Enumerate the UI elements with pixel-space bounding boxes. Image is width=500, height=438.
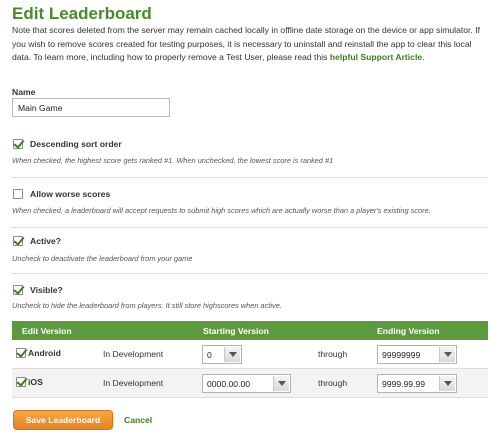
chevron-down-icon[interactable] <box>224 347 240 362</box>
status-text: In Development <box>103 349 164 359</box>
versions-table-header: Edit Version Starting Version Ending Ver… <box>12 321 488 340</box>
platform-ios[interactable]: iOS <box>16 377 43 387</box>
starting-version-header: Starting Version <box>203 326 269 336</box>
table-row: Android In Development 0 through 9999999… <box>12 340 488 369</box>
worse-scores-label: Allow worse scores <box>30 189 111 199</box>
divider <box>12 227 488 228</box>
platform-android[interactable]: Android <box>16 348 61 358</box>
through-text: through <box>318 378 348 388</box>
chevron-down-icon[interactable] <box>439 347 455 362</box>
info-note: Note that scores deleted from the server… <box>12 24 492 65</box>
active-checkbox[interactable] <box>13 236 23 246</box>
name-label: Name <box>12 87 36 97</box>
select-value: 99999999 <box>382 349 421 360</box>
active-option[interactable]: Active? <box>13 236 61 246</box>
select-value: 0000.00.00 <box>207 378 251 389</box>
descending-option[interactable]: Descending sort order <box>13 139 122 149</box>
end-version-select[interactable]: 99999999 <box>377 345 457 364</box>
support-article-link[interactable]: helpful Support Article <box>330 52 422 62</box>
page-title: Edit Leaderboard <box>12 4 152 23</box>
visible-option[interactable]: Visible? <box>13 285 63 295</box>
end-version-select[interactable]: 9999.99.99 <box>377 374 457 393</box>
android-checkbox[interactable] <box>16 348 26 358</box>
edit-version-header: Edit Version <box>22 326 72 336</box>
select-value: 0 <box>207 349 212 360</box>
chevron-down-icon[interactable] <box>439 376 455 391</box>
ending-version-header: Ending Version <box>377 326 440 336</box>
worse-scores-checkbox[interactable] <box>13 189 23 199</box>
ios-checkbox[interactable] <box>16 377 26 387</box>
descending-label: Descending sort order <box>30 139 122 149</box>
worse-scores-option[interactable]: Allow worse scores <box>13 189 110 199</box>
through-text: through <box>318 349 348 359</box>
active-label: Active? <box>30 236 62 246</box>
divider <box>12 273 488 274</box>
chevron-down-icon[interactable] <box>273 376 289 391</box>
start-version-select[interactable]: 0 <box>202 345 242 364</box>
worse-scores-help: When checked, a leaderboard will accept … <box>12 206 431 215</box>
divider <box>12 177 488 178</box>
name-input[interactable] <box>12 98 170 117</box>
save-leaderboard-button[interactable]: Save Leaderboard <box>13 410 113 430</box>
active-help: Uncheck to deactivate the leaderboard fr… <box>12 254 193 263</box>
platform-label: Android <box>28 348 61 358</box>
platform-label: iOS <box>28 377 43 387</box>
visible-label: Visible? <box>30 285 63 295</box>
note-end: . <box>422 52 425 62</box>
visible-help: Uncheck to hide the leaderboard from pla… <box>12 301 282 310</box>
select-value: 9999.99.99 <box>382 378 426 389</box>
descending-help: When checked, the highest score gets ran… <box>12 156 334 165</box>
visible-checkbox[interactable] <box>13 285 23 295</box>
start-version-select[interactable]: 0000.00.00 <box>202 374 291 393</box>
table-row: iOS In Development 0000.00.00 through 99… <box>12 369 488 398</box>
versions-table: Edit Version Starting Version Ending Ver… <box>12 321 488 398</box>
cancel-link[interactable]: Cancel <box>124 415 152 425</box>
descending-checkbox[interactable] <box>13 139 23 149</box>
status-text: In Development <box>103 378 164 388</box>
